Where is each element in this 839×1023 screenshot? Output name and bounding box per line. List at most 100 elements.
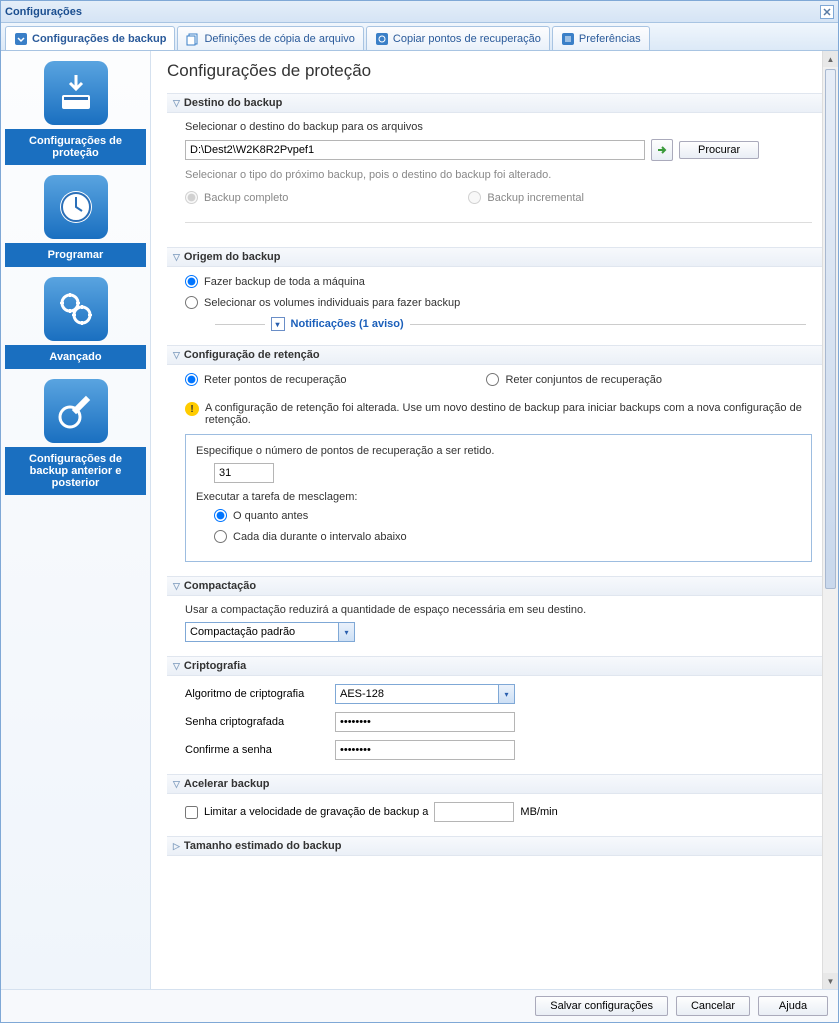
radio-input-recovery-points[interactable] bbox=[185, 373, 198, 386]
radio-label: Backup incremental bbox=[487, 192, 584, 204]
radio-label: Reter pontos de recuperação bbox=[204, 374, 346, 386]
section-header-encryption[interactable]: ▽ Criptografia bbox=[167, 656, 822, 676]
tab-preferences[interactable]: Preferências bbox=[552, 26, 650, 50]
password-label: Senha criptografada bbox=[185, 716, 325, 728]
compression-hint: Usar a compactação reduzirá a quantidade… bbox=[185, 604, 812, 616]
close-button[interactable] bbox=[820, 5, 834, 19]
section-header-retention[interactable]: ▽ Configuração de retenção bbox=[167, 345, 822, 365]
throttle-label: Limitar a velocidade de gravação de back… bbox=[204, 806, 428, 818]
radio-input-select-volumes[interactable] bbox=[185, 296, 198, 309]
chevron-down-icon: ▽ bbox=[173, 661, 180, 672]
radio-input-recovery-sets[interactable] bbox=[486, 373, 499, 386]
sidebar-item-prepost[interactable]: Configurações de backup anterior e poste… bbox=[1, 369, 150, 495]
preferences-icon bbox=[561, 32, 575, 46]
specify-label: Especifique o número de pontos de recupe… bbox=[196, 445, 801, 457]
divider bbox=[410, 324, 806, 325]
sidebar-label: Avançado bbox=[5, 345, 146, 369]
radio-recovery-sets[interactable]: Reter conjuntos de recuperação bbox=[486, 373, 662, 386]
section-header-estimate[interactable]: ▷ Tamanho estimado do backup bbox=[167, 836, 822, 856]
scroll-down-button[interactable]: ▼ bbox=[823, 973, 838, 989]
radio-label: Backup completo bbox=[204, 192, 288, 204]
algo-label: Algoritmo de criptografia bbox=[185, 688, 325, 700]
sidebar-label: Programar bbox=[5, 243, 146, 267]
chevron-down-icon: ▽ bbox=[173, 350, 180, 361]
radio-full-backup[interactable]: Backup completo bbox=[185, 191, 288, 204]
throttle-value-input[interactable] bbox=[434, 802, 514, 822]
protection-icon bbox=[44, 61, 108, 125]
browse-button[interactable]: Procurar bbox=[679, 141, 759, 159]
section-header-source[interactable]: ▽ Origem do backup bbox=[167, 247, 822, 267]
scroll-up-button[interactable]: ▲ bbox=[823, 51, 838, 67]
radio-input-merge-asap[interactable] bbox=[214, 509, 227, 522]
sidebar-item-schedule[interactable]: Programar bbox=[1, 165, 150, 267]
sidebar-label: Configurações de proteção bbox=[5, 129, 146, 165]
chevron-down-icon: ▽ bbox=[173, 581, 180, 592]
retention-count-input[interactable] bbox=[214, 463, 274, 483]
section-header-compression[interactable]: ▽ Compactação bbox=[167, 576, 822, 596]
confirm-input[interactable] bbox=[335, 740, 515, 760]
sidebar-item-protection[interactable]: Configurações de proteção bbox=[1, 51, 150, 165]
tab-backup-settings[interactable]: Configurações de backup bbox=[5, 26, 175, 50]
section-title: Compactação bbox=[184, 580, 256, 592]
window-title: Configurações bbox=[5, 6, 82, 18]
sidebar-item-advanced[interactable]: Avançado bbox=[1, 267, 150, 369]
content-wrap: Configurações de proteção ▽ Destino do b… bbox=[151, 51, 838, 989]
tab-label: Definições de cópia de arquivo bbox=[204, 33, 354, 45]
save-button[interactable]: Salvar configurações bbox=[535, 996, 668, 1016]
tab-copy-recovery[interactable]: Copiar pontos de recuperação bbox=[366, 26, 550, 50]
algo-combo[interactable]: AES-128 ▾ bbox=[335, 684, 515, 704]
radio-select-volumes[interactable]: Selecionar os volumes individuais para f… bbox=[185, 296, 812, 309]
notifications-label[interactable]: Notificações (1 aviso) bbox=[291, 318, 404, 330]
radio-label: Selecionar os volumes individuais para f… bbox=[204, 297, 460, 309]
sidebar: Configurações de proteção Programar Avan… bbox=[1, 51, 151, 989]
section-title: Origem do backup bbox=[184, 251, 281, 263]
section-title: Destino do backup bbox=[184, 97, 282, 109]
radio-merge-daily[interactable]: Cada dia durante o intervalo abaixo bbox=[214, 530, 801, 543]
radio-input-incremental[interactable] bbox=[468, 191, 481, 204]
radio-full-machine[interactable]: Fazer backup de toda a máquina bbox=[185, 275, 812, 288]
tab-file-copy[interactable]: Definições de cópia de arquivo bbox=[177, 26, 363, 50]
confirm-label: Confirme a senha bbox=[185, 744, 325, 756]
sidebar-label: Configurações de backup anterior e poste… bbox=[5, 447, 146, 495]
retention-warning: ! A configuração de retenção foi alterad… bbox=[185, 402, 812, 426]
section-body-retention: Reter pontos de recuperação Reter conjun… bbox=[167, 373, 822, 576]
radio-incremental-backup[interactable]: Backup incremental bbox=[468, 191, 584, 204]
help-button[interactable]: Ajuda bbox=[758, 996, 828, 1016]
notifications-toggle[interactable]: ▾ bbox=[271, 317, 285, 331]
chevron-down-icon: ▾ bbox=[338, 623, 354, 641]
config-window: Configurações Configurações de backup De… bbox=[0, 0, 839, 1023]
file-copy-icon bbox=[186, 32, 200, 46]
throttle-checkbox[interactable] bbox=[185, 806, 198, 819]
section-body-dest: Selecionar o destino do backup para os a… bbox=[167, 121, 822, 247]
section-header-throttle[interactable]: ▽ Acelerar backup bbox=[167, 774, 822, 794]
section-title: Criptografia bbox=[184, 660, 246, 672]
retention-box: Especifique o número de pontos de recupe… bbox=[185, 434, 812, 562]
radio-input-full-machine[interactable] bbox=[185, 275, 198, 288]
radio-recovery-points[interactable]: Reter pontos de recuperação bbox=[185, 373, 346, 386]
footer: Salvar configurações Cancelar Ajuda bbox=[1, 989, 838, 1022]
vertical-scrollbar[interactable]: ▲ ▼ bbox=[822, 51, 838, 989]
section-title: Acelerar backup bbox=[184, 778, 270, 790]
dest-path-input[interactable] bbox=[185, 140, 645, 160]
cancel-button[interactable]: Cancelar bbox=[676, 996, 750, 1016]
section-body-throttle: Limitar a velocidade de gravação de back… bbox=[167, 802, 822, 836]
radio-merge-asap[interactable]: O quanto antes bbox=[214, 509, 801, 522]
notifications-row: ▾ Notificações (1 aviso) bbox=[209, 317, 812, 331]
password-input[interactable] bbox=[335, 712, 515, 732]
tab-bar: Configurações de backup Definições de có… bbox=[1, 23, 838, 51]
radio-input-merge-daily[interactable] bbox=[214, 530, 227, 543]
radio-input-full[interactable] bbox=[185, 191, 198, 204]
dest-go-button[interactable] bbox=[651, 139, 673, 161]
compression-combo[interactable]: Compactação padrão ▾ bbox=[185, 622, 355, 642]
prepost-icon bbox=[44, 379, 108, 443]
section-body-compression: Usar a compactação reduzirá a quantidade… bbox=[167, 604, 822, 656]
advanced-icon bbox=[44, 277, 108, 341]
radio-label: Cada dia durante o intervalo abaixo bbox=[233, 531, 407, 543]
close-icon bbox=[823, 8, 831, 16]
divider bbox=[215, 324, 265, 325]
copy-recovery-icon bbox=[375, 32, 389, 46]
section-header-dest[interactable]: ▽ Destino do backup bbox=[167, 93, 822, 113]
backup-settings-icon bbox=[14, 32, 28, 46]
scroll-thumb[interactable] bbox=[825, 69, 836, 589]
throttle-unit: MB/min bbox=[520, 806, 557, 818]
